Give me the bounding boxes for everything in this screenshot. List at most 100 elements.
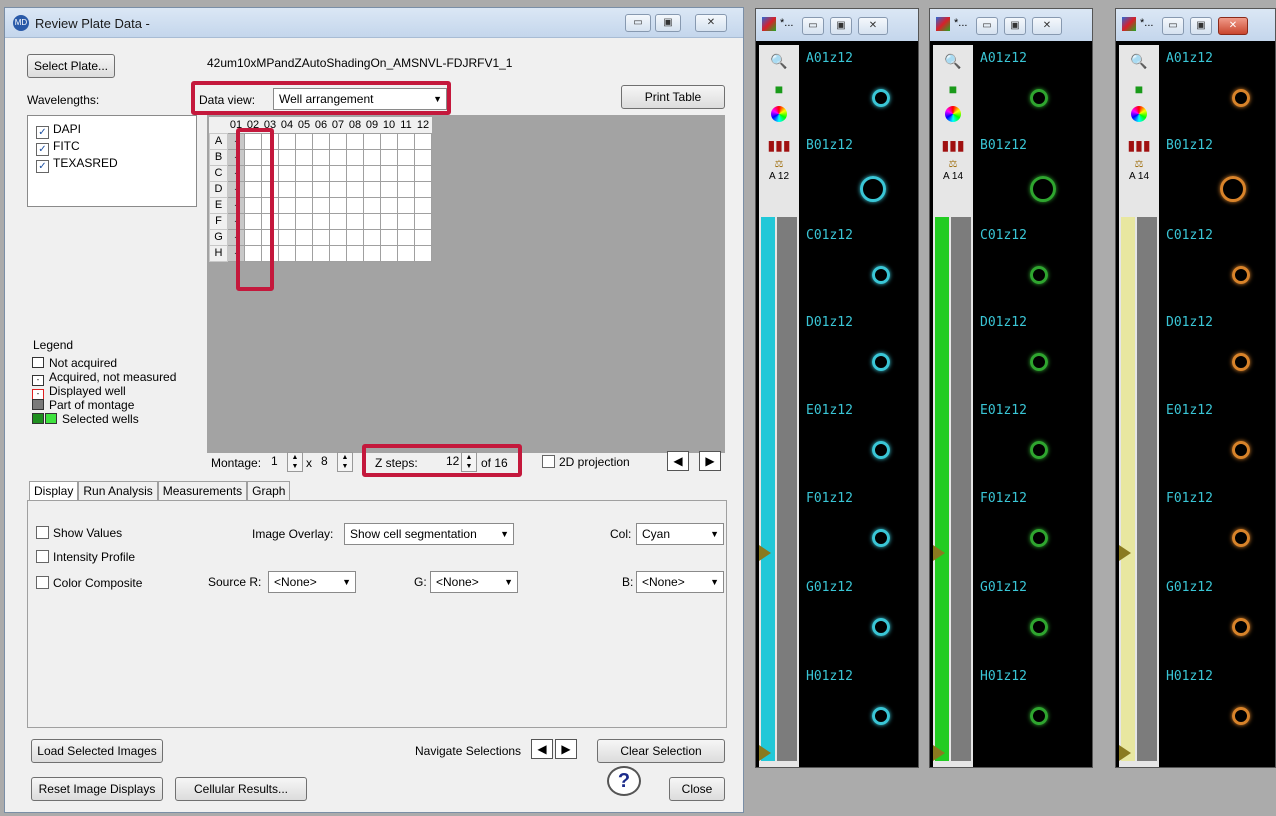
well-cell[interactable]: [414, 212, 432, 230]
well-cell[interactable]: [329, 244, 347, 262]
well-cell[interactable]: [346, 164, 364, 182]
zoom-icon[interactable]: 🔍: [762, 47, 796, 75]
well-cell[interactable]: -: [227, 228, 245, 246]
zoom-icon[interactable]: 🔍: [1122, 47, 1156, 75]
row-header[interactable]: D: [209, 180, 228, 198]
column-header[interactable]: 11: [397, 117, 415, 133]
z-steps-value[interactable]: 12: [446, 454, 459, 468]
minimize-icon[interactable]: ▭: [1162, 17, 1184, 35]
well-cell[interactable]: [261, 228, 279, 246]
well-cell[interactable]: [329, 148, 347, 166]
well-cell[interactable]: [363, 164, 381, 182]
copy-icon[interactable]: ■: [936, 75, 970, 103]
well-cell[interactable]: [278, 132, 296, 150]
well-cell[interactable]: [244, 244, 262, 262]
well-cell[interactable]: [244, 132, 262, 150]
intensity-bar[interactable]: [761, 217, 775, 761]
close-icon[interactable]: ✕: [695, 14, 727, 32]
show-values-checkbox[interactable]: Show Values: [36, 526, 122, 540]
well-cell[interactable]: [312, 228, 330, 246]
well-cell[interactable]: [363, 244, 381, 262]
well-cell[interactable]: [278, 228, 296, 246]
help-icon[interactable]: ?: [607, 766, 641, 796]
well-cell[interactable]: [329, 164, 347, 182]
row-header[interactable]: B: [209, 148, 228, 166]
well-cell[interactable]: [312, 164, 330, 182]
well-cell[interactable]: -: [227, 164, 245, 182]
channels-icon[interactable]: ▮▮▮: [1122, 131, 1156, 159]
next-arrow-icon[interactable]: ▶: [699, 451, 721, 471]
well-cell[interactable]: [363, 180, 381, 198]
well-cell[interactable]: -: [227, 148, 245, 166]
image-overlay-select[interactable]: Show cell segmentation ▼: [344, 523, 514, 545]
row-header[interactable]: F: [209, 212, 228, 230]
well-cell[interactable]: [397, 196, 415, 214]
reset-image-displays-button[interactable]: Reset Image Displays: [31, 777, 163, 801]
spinner-icon[interactable]: ▲ ▼: [287, 452, 303, 472]
well-cell[interactable]: [397, 244, 415, 262]
column-header[interactable]: 09: [363, 117, 381, 133]
maximize-icon[interactable]: ▣: [830, 17, 852, 35]
color-wheel-icon[interactable]: [936, 103, 970, 131]
slider-handle-icon[interactable]: [1119, 545, 1131, 561]
spinner-icon[interactable]: ▲ ▼: [461, 452, 477, 472]
wavelength-item[interactable]: ✓ FITC: [36, 139, 80, 156]
image-window-title-bar[interactable]: *... ▭ ▣ ✕: [756, 9, 918, 41]
column-header[interactable]: 12: [414, 117, 432, 133]
load-selected-images-button[interactable]: Load Selected Images: [31, 739, 163, 763]
column-header[interactable]: 07: [329, 117, 347, 133]
slider-handle-icon[interactable]: [933, 545, 945, 561]
print-table-button[interactable]: Print Table: [621, 85, 725, 109]
minimize-icon[interactable]: ▭: [625, 14, 651, 32]
well-cell[interactable]: [346, 132, 364, 150]
well-cell[interactable]: [380, 180, 398, 198]
well-cell[interactable]: [380, 228, 398, 246]
color-wheel-icon[interactable]: [762, 103, 796, 131]
data-view-select[interactable]: Well arrangement ▼: [273, 88, 447, 110]
montage-x-value[interactable]: 1: [271, 454, 278, 468]
well-cell[interactable]: [312, 132, 330, 150]
well-cell[interactable]: [346, 228, 364, 246]
well-cell[interactable]: [295, 212, 313, 230]
row-header[interactable]: A: [209, 132, 228, 150]
well-cell[interactable]: [346, 196, 364, 214]
minimize-icon[interactable]: ▭: [802, 17, 824, 35]
next-selection-icon[interactable]: ▶: [555, 739, 577, 759]
maximize-icon[interactable]: ▣: [1190, 17, 1212, 35]
cellular-results-button[interactable]: Cellular Results...: [175, 777, 307, 801]
scale-icon[interactable]: ⚖ A 14: [1122, 159, 1156, 187]
maximize-icon[interactable]: ▣: [1004, 17, 1026, 35]
well-cell[interactable]: [295, 228, 313, 246]
column-header[interactable]: 05: [295, 117, 313, 133]
prev-arrow-icon[interactable]: ◀: [667, 451, 689, 471]
well-cell[interactable]: -: [227, 180, 245, 198]
clear-selection-button[interactable]: Clear Selection: [597, 739, 725, 763]
checkbox-checked-icon[interactable]: ✓: [36, 143, 49, 156]
well-cell[interactable]: [329, 132, 347, 150]
scale-icon[interactable]: ⚖ A 14: [936, 159, 970, 187]
well-cell[interactable]: [414, 132, 432, 150]
column-header[interactable]: 04: [278, 117, 296, 133]
column-header[interactable]: 03: [261, 117, 279, 133]
tab-graph[interactable]: Graph: [247, 481, 291, 500]
well-cell[interactable]: [329, 180, 347, 198]
well-cell[interactable]: [346, 212, 364, 230]
tab-measurements[interactable]: Measurements: [157, 481, 248, 500]
well-cell[interactable]: [295, 180, 313, 198]
well-cell[interactable]: [244, 196, 262, 214]
row-header[interactable]: E: [209, 196, 228, 214]
row-header[interactable]: G: [209, 228, 228, 246]
well-cell[interactable]: [363, 148, 381, 166]
slider-handle-icon[interactable]: [933, 745, 945, 761]
well-cell[interactable]: [346, 244, 364, 262]
spinner-icon[interactable]: ▲ ▼: [337, 452, 353, 472]
row-header[interactable]: H: [209, 244, 228, 262]
well-cell[interactable]: [414, 244, 432, 262]
checkbox-icon[interactable]: [36, 526, 49, 539]
close-button[interactable]: Close: [669, 777, 725, 801]
well-cell[interactable]: [278, 212, 296, 230]
well-cell[interactable]: [261, 180, 279, 198]
well-cell[interactable]: [414, 164, 432, 182]
tab-run-analysis[interactable]: Run Analysis: [78, 481, 158, 500]
montage-y-value[interactable]: 8: [321, 454, 328, 468]
